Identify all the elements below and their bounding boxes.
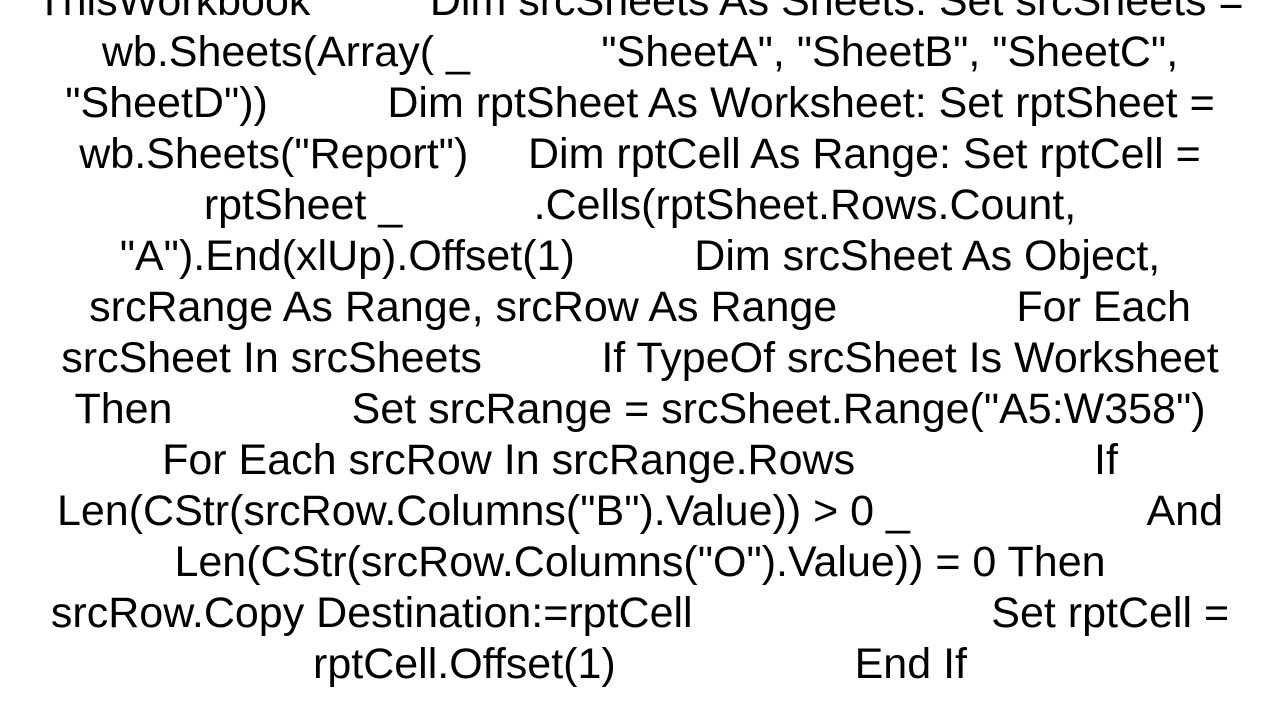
vba-code-text: ThisWorkbook Dim srcSheets As Sheets: Se… bbox=[30, 0, 1250, 690]
